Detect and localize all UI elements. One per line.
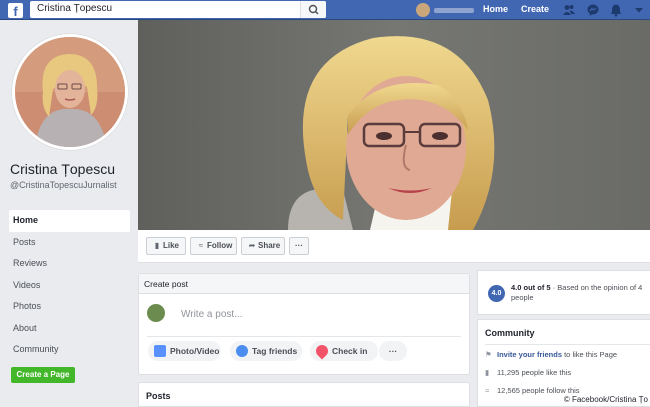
page-handle[interactable]: @CristinaTopescuJurnalist xyxy=(10,180,130,191)
invite-friends-row: ⚑ Invite your friends to like this Page xyxy=(485,350,617,359)
create-page-button[interactable]: Create a Page xyxy=(11,367,75,383)
home-link[interactable]: Home xyxy=(483,4,508,14)
nav-item-videos[interactable]: Videos xyxy=(9,275,130,297)
friends-icon[interactable] xyxy=(562,3,576,17)
rating-summary[interactable]: 4.0 4.0 out of 5 · Based on the opinion … xyxy=(477,270,650,315)
top-navigation-bar: f Cristina Țopescu Home Create xyxy=(0,0,650,20)
follow-icon: ≈ xyxy=(485,386,490,395)
follows-count[interactable]: 12,565 people follow this xyxy=(497,386,580,395)
messenger-icon[interactable] xyxy=(586,3,600,17)
check-in-button[interactable]: Check in xyxy=(310,341,378,361)
rating-based-on: Based on the opinion of 4 xyxy=(557,283,643,292)
follows-count-row: ≈12,565 people follow this xyxy=(485,386,580,395)
posts-title: Posts xyxy=(146,391,171,401)
page-title: Cristina Țopescu xyxy=(10,161,116,177)
nav-item-photos[interactable]: Photos xyxy=(9,296,130,318)
create-post-card: Create post Write a post... Photo/Video … xyxy=(138,273,470,375)
community-card: Community ⚑ Invite your friends to like t… xyxy=(477,319,650,407)
tag-friends-button[interactable]: Tag friends xyxy=(230,341,302,361)
page-navigation: Home Posts Reviews Videos Photos About C… xyxy=(9,210,130,361)
likes-count[interactable]: 11,295 people like this xyxy=(497,368,571,377)
dropdown-icon[interactable] xyxy=(632,3,646,17)
rss-icon: ≈ xyxy=(198,241,204,250)
invite-friends-text: to like this Page xyxy=(562,350,618,359)
photo-video-label: Photo/Video xyxy=(170,346,220,356)
like-button[interactable]: ▮ Like xyxy=(146,237,186,255)
avatar xyxy=(416,3,430,17)
profile-photo-illustration xyxy=(15,37,125,147)
divider xyxy=(485,344,650,345)
location-pin-icon xyxy=(313,342,331,360)
rating-score: 4.0 out of 5 xyxy=(511,283,551,292)
nav-item-community[interactable]: Community xyxy=(9,339,130,361)
likes-count-row: ▮ 11,295 people like this xyxy=(485,368,571,377)
rating-text: 4.0 out of 5 · Based on the opinion of 4… xyxy=(511,283,650,303)
share-label: Share xyxy=(258,241,281,250)
thumbs-up-icon: ▮ xyxy=(485,368,490,377)
page-action-bar: ▮ Like ≈ Follow ➦ Share ··· xyxy=(138,230,650,263)
photo-icon xyxy=(154,345,166,357)
search-icon xyxy=(308,4,319,15)
nav-item-posts[interactable]: Posts xyxy=(9,232,130,254)
check-in-label: Check in xyxy=(332,346,368,356)
thumbs-up-icon: ▮ xyxy=(154,241,160,250)
follow-label: Follow xyxy=(207,241,233,250)
search-button[interactable] xyxy=(300,1,326,18)
facebook-logo-icon[interactable]: f xyxy=(8,3,23,18)
photo-video-button[interactable]: Photo/Video xyxy=(148,341,221,361)
search-input[interactable]: Cristina Țopescu xyxy=(30,1,326,18)
more-post-options-button[interactable]: ··· xyxy=(379,341,407,361)
blurred-user-name xyxy=(434,8,474,13)
avatar xyxy=(147,304,165,322)
posts-section: Posts xyxy=(138,382,470,407)
cover-photo-illustration xyxy=(138,20,650,230)
nav-item-home[interactable]: Home xyxy=(9,210,130,232)
tag-friends-icon xyxy=(236,345,248,357)
invite-friends-link[interactable]: Invite your friends xyxy=(497,350,562,359)
share-button[interactable]: ➦ Share xyxy=(241,237,285,255)
community-title: Community xyxy=(485,328,535,338)
more-options-button[interactable]: ··· xyxy=(289,237,309,255)
like-label: Like xyxy=(163,241,180,250)
rating-badge: 4.0 xyxy=(488,285,505,302)
photo-credit: © Facebook/Cristina Țo xyxy=(561,395,650,404)
profile-photo[interactable] xyxy=(12,34,128,150)
create-post-title: Create post xyxy=(139,274,469,294)
left-sidebar: Cristina Țopescu @CristinaTopescuJurnali… xyxy=(0,20,138,407)
divider xyxy=(147,336,461,337)
rating-people: people xyxy=(511,293,534,302)
profile-shortcut[interactable] xyxy=(416,3,476,17)
follow-button[interactable]: ≈ Follow xyxy=(190,237,237,255)
notifications-icon[interactable] xyxy=(609,3,623,17)
tag-friends-label: Tag friends xyxy=(252,346,298,356)
cover-photo[interactable] xyxy=(138,20,650,230)
post-composer-input[interactable]: Write a post... xyxy=(181,309,243,320)
nav-item-reviews[interactable]: Reviews xyxy=(9,253,130,275)
share-icon: ➦ xyxy=(248,241,256,250)
nav-item-about[interactable]: About xyxy=(9,318,130,340)
add-friend-icon: ⚑ xyxy=(485,350,492,359)
create-link[interactable]: Create xyxy=(521,4,549,14)
search-value[interactable]: Cristina Țopescu xyxy=(37,3,112,14)
